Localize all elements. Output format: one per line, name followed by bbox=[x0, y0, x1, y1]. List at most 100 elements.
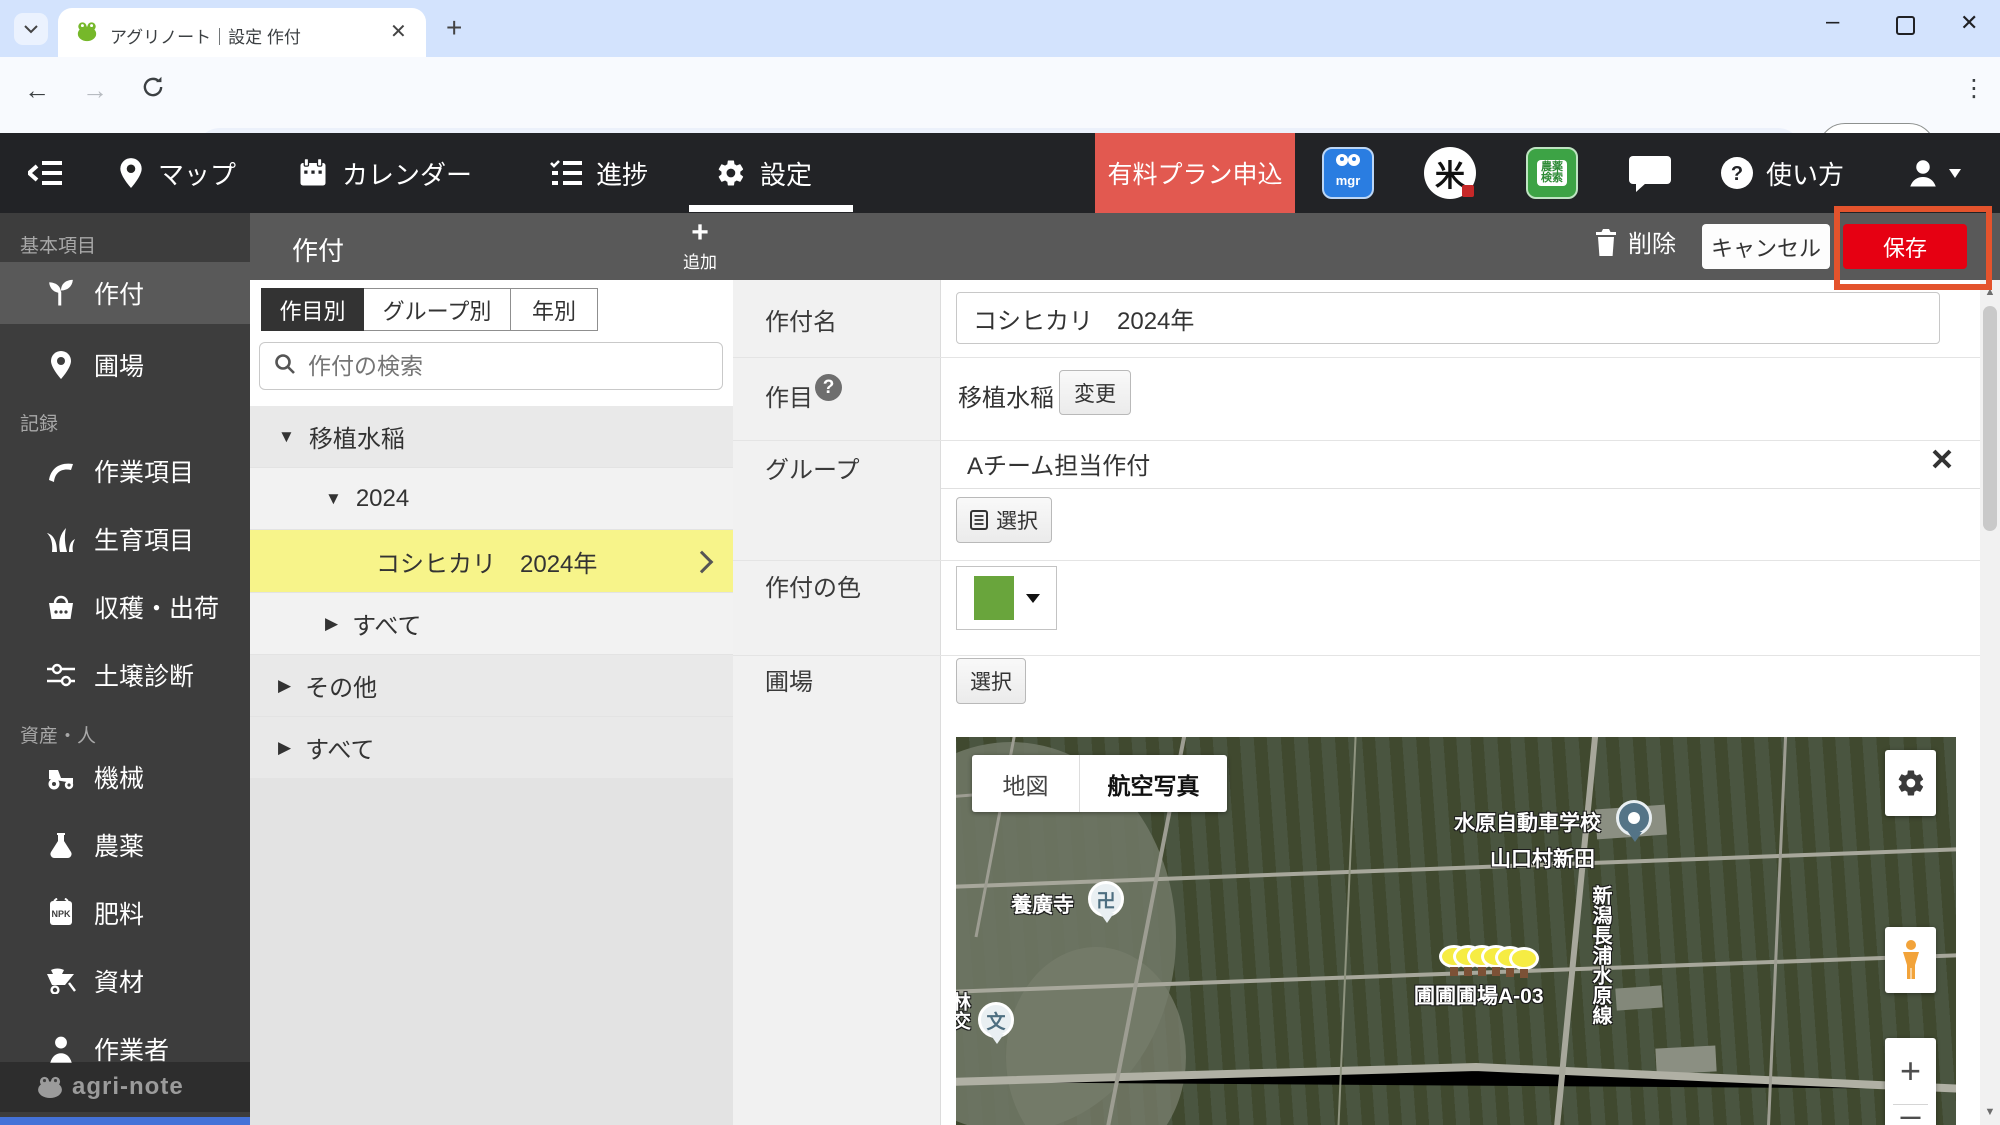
checklist-icon bbox=[550, 159, 582, 187]
tree-row[interactable]: ▶ すべて bbox=[250, 717, 733, 778]
nav-settings[interactable]: 設定 bbox=[716, 133, 812, 213]
wheelbarrow-icon bbox=[44, 968, 78, 994]
sidebar-section-basic: 基本項目 bbox=[20, 231, 96, 258]
map-type-toggle: 地図 航空写真 bbox=[972, 755, 1227, 812]
tree-row-label: コシヒカリ 2024年 bbox=[376, 544, 597, 579]
mgr-badge-label: mgr bbox=[1324, 173, 1372, 188]
upgrade-plan-button[interactable]: 有料プラン申込 bbox=[1095, 133, 1295, 213]
row-separator bbox=[733, 440, 1980, 441]
row-separator bbox=[733, 655, 1980, 656]
tree-row-label: すべて bbox=[352, 606, 421, 641]
row-separator bbox=[733, 560, 1980, 561]
reload-icon[interactable] bbox=[140, 74, 166, 105]
sidebar-item-work[interactable]: 作業項目 bbox=[0, 440, 250, 502]
sidebar-item-sakutsuke[interactable]: 作付 bbox=[0, 262, 250, 324]
sidebar-item-growth[interactable]: 生育項目 bbox=[0, 508, 250, 570]
tab-by-crop[interactable]: 作目別 bbox=[261, 288, 364, 331]
zoom-out-button[interactable]: – bbox=[1885, 1105, 1936, 1125]
back-icon[interactable]: ← bbox=[24, 75, 50, 106]
tree-row[interactable]: ▶ その他 bbox=[250, 655, 733, 716]
new-tab-icon[interactable]: + bbox=[446, 12, 462, 44]
sidebar-item-soil[interactable]: 土壌診断 bbox=[0, 644, 250, 706]
help-icon[interactable]: ? bbox=[815, 374, 842, 401]
sidebar-item-pesticide[interactable]: 農薬 bbox=[0, 814, 250, 876]
agrinote-mgr-icon[interactable]: mgr bbox=[1322, 147, 1374, 199]
pegman-icon bbox=[1899, 939, 1923, 981]
sidebar-item-harvest[interactable]: 収穫・出荷 bbox=[0, 576, 250, 638]
tree-expand-icon[interactable]: ▼ bbox=[278, 427, 295, 447]
crop-name-input[interactable] bbox=[956, 292, 1940, 344]
select-group-button[interactable]: 選択 bbox=[956, 497, 1052, 543]
tab-search-chevron-icon[interactable] bbox=[14, 13, 48, 45]
select-field-button[interactable]: 選択 bbox=[956, 658, 1026, 704]
school-pin-icon[interactable] bbox=[1616, 800, 1652, 836]
nav-map[interactable]: マップ bbox=[118, 133, 236, 213]
sidebar-item-fertilizer[interactable]: NPK 肥料 bbox=[0, 882, 250, 944]
trash-icon bbox=[1594, 228, 1618, 256]
add-button[interactable]: + 追加 bbox=[670, 218, 730, 273]
remove-group-icon[interactable] bbox=[1931, 448, 1953, 475]
change-crop-button[interactable]: 変更 bbox=[1059, 370, 1131, 415]
nav-calendar[interactable]: カレンダー bbox=[298, 133, 472, 213]
tab-by-group[interactable]: グループ別 bbox=[364, 288, 511, 331]
tab-close-icon[interactable]: ✕ bbox=[390, 19, 407, 44]
account-menu[interactable] bbox=[1905, 155, 1961, 191]
tree-expand-icon[interactable]: ▶ bbox=[278, 738, 291, 758]
map-zoom-control: + – bbox=[1885, 1038, 1936, 1125]
delete-button[interactable]: 削除 bbox=[1594, 224, 1676, 259]
caret-down-icon bbox=[1026, 594, 1040, 610]
scroll-up-icon[interactable]: ▲ bbox=[1980, 286, 2000, 298]
sidebar-item-material[interactable]: 資材 bbox=[0, 950, 250, 1012]
tree-row-selected[interactable]: コシヒカリ 2024年 bbox=[250, 530, 733, 592]
tree-row[interactable]: ▼ 移植水稲 bbox=[250, 406, 733, 467]
tab-by-year[interactable]: 年別 bbox=[511, 288, 598, 331]
map-label-road: 新潟長浦水原線 bbox=[1586, 885, 1615, 1025]
sidebar-section-records: 記録 bbox=[20, 409, 58, 436]
rice-app-icon[interactable]: 米 bbox=[1424, 147, 1476, 199]
sidebar-item-machine[interactable]: 機械 bbox=[0, 746, 250, 808]
pesticide-search-icon[interactable]: 農薬 検索 bbox=[1526, 147, 1578, 199]
map-toggle-map[interactable]: 地図 bbox=[972, 755, 1080, 812]
crop-color-dropdown[interactable] bbox=[956, 566, 1057, 630]
map-gear-icon bbox=[1896, 768, 1926, 798]
field-map[interactable]: 地図 航空写真 水原自動車学校 山口村新田 養廣寺 卍 新潟長浦水原線 圃圃圃場… bbox=[956, 737, 1956, 1125]
scrollbar-thumb[interactable] bbox=[1983, 306, 1997, 531]
sidebar-item-label: 肥料 bbox=[94, 895, 144, 931]
map-settings-button[interactable] bbox=[1885, 750, 1936, 816]
row-separator bbox=[733, 357, 1980, 358]
bottom-blue-strip bbox=[0, 1117, 250, 1125]
field-marker[interactable] bbox=[1509, 947, 1539, 970]
basket-icon bbox=[44, 593, 78, 621]
browser-tab[interactable]: アグリノート｜設定 作付 ✕ bbox=[58, 8, 426, 57]
nav-calendar-label: カレンダー bbox=[342, 155, 472, 192]
nav-active-underline bbox=[689, 205, 853, 212]
map-toggle-satellite[interactable]: 航空写真 bbox=[1080, 755, 1227, 812]
tree-row-label: すべて bbox=[305, 730, 374, 765]
tree-row[interactable]: ▼ 2024 bbox=[250, 468, 733, 529]
color-swatch bbox=[974, 576, 1014, 620]
window-close-icon[interactable]: ✕ bbox=[1960, 10, 1978, 36]
save-button[interactable]: 保存 bbox=[1843, 224, 1967, 269]
pegman-button[interactable] bbox=[1885, 927, 1936, 993]
nav-help[interactable]: ? 使い方 bbox=[1720, 133, 1844, 213]
browser-menu-icon[interactable]: ⋮ bbox=[1962, 74, 1986, 103]
search-input[interactable] bbox=[306, 352, 690, 381]
map-label-temple: 養廣寺 bbox=[1011, 889, 1074, 919]
content-scrollbar[interactable]: ▲ ▼ bbox=[1980, 280, 2000, 1125]
tree-expand-icon[interactable]: ▼ bbox=[325, 489, 342, 509]
window-maximize-icon[interactable] bbox=[1896, 16, 1915, 35]
tree-row[interactable]: ▶ すべて bbox=[250, 593, 733, 654]
cancel-button[interactable]: キャンセル bbox=[1702, 224, 1830, 269]
scroll-down-icon[interactable]: ▼ bbox=[1980, 1106, 2000, 1118]
temple-pin-icon[interactable]: 卍 bbox=[1088, 881, 1124, 917]
tree-expand-icon[interactable]: ▶ bbox=[278, 676, 291, 696]
school2-pin-icon[interactable]: 文 bbox=[978, 1002, 1014, 1038]
nav-progress[interactable]: 進捗 bbox=[550, 133, 648, 213]
collapse-sidebar-icon[interactable] bbox=[28, 157, 64, 194]
sidebar-item-hojo[interactable]: 圃場 bbox=[0, 334, 250, 396]
window-minimize-icon[interactable]: – bbox=[1826, 8, 1839, 36]
forward-icon[interactable]: → bbox=[82, 75, 108, 106]
tree-expand-icon[interactable]: ▶ bbox=[325, 614, 338, 634]
tab-title: アグリノート｜設定 作付 bbox=[110, 23, 400, 48]
feedback-bubble-icon[interactable] bbox=[1628, 155, 1672, 198]
